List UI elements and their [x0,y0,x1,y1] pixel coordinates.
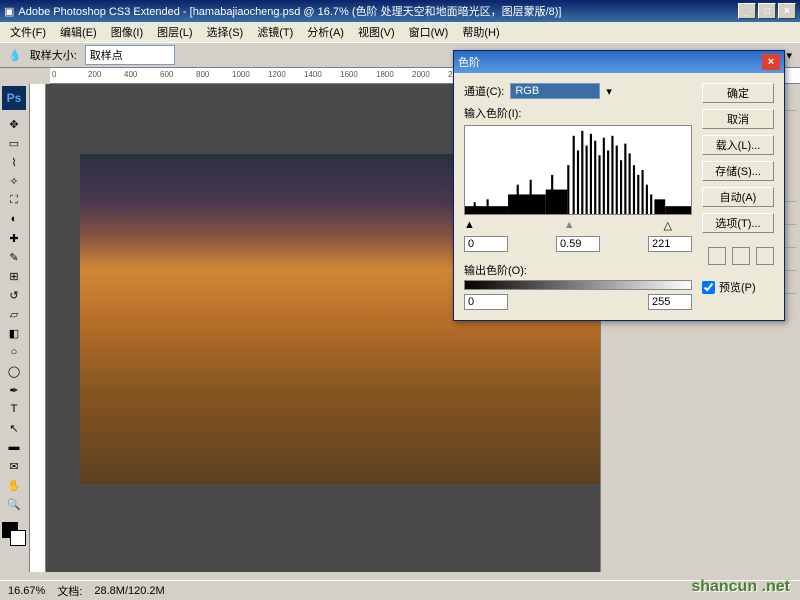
menu-file[interactable]: 文件(F) [4,22,52,42]
channel-label: 通道(C): [464,83,504,99]
channel-select[interactable]: RGB [510,83,600,99]
output-white-field[interactable] [648,294,692,310]
histogram-svg [465,126,691,214]
chevron-down-icon[interactable]: ▾ [606,85,612,98]
dialog-titlebar[interactable]: 色阶 × [454,51,784,73]
sample-size-select[interactable]: 取样点 [85,45,175,65]
brush-tool[interactable]: ✎ [2,248,26,266]
vertical-ruler [30,84,46,572]
black-eyedropper-icon[interactable] [708,247,726,265]
eyedropper-icon[interactable]: 💧 [8,49,22,62]
gradient-tool[interactable]: ◧ [2,324,26,342]
close-button[interactable]: × [778,3,796,19]
shape-tool[interactable]: ▬ [2,438,26,456]
save-button[interactable]: 存储(S)... [702,161,774,181]
menu-view[interactable]: 视图(V) [352,22,401,42]
history-brush-tool[interactable]: ↺ [2,286,26,304]
menu-select[interactable]: 选择(S) [201,22,250,42]
minimize-button[interactable]: _ [738,3,756,19]
gray-eyedropper-icon[interactable] [732,247,750,265]
color-swatches[interactable] [2,522,27,546]
doc-size-label: 文档: [57,583,82,599]
options-button[interactable]: 选项(T)... [702,213,774,233]
output-black-field[interactable] [464,294,508,310]
output-gradient[interactable] [464,280,692,290]
input-levels-label: 输入色阶(I): [464,105,692,121]
menu-window[interactable]: 窗口(W) [403,22,455,42]
dialog-title: 色阶 [458,54,480,70]
dodge-tool[interactable]: ◯ [2,362,26,380]
titlebar: ▣ Adobe Photoshop CS3 Extended - [hamaba… [0,0,800,22]
statusbar: 16.67% 文档: 28.8M/120.2M [0,580,800,600]
load-button[interactable]: 载入(L)... [702,135,774,155]
menu-filter[interactable]: 滤镜(T) [251,22,299,42]
menu-layer[interactable]: 图层(L) [151,22,198,42]
eyedropper-tool[interactable]: ◐ [2,210,26,228]
watermark: shancun .net [691,578,790,596]
gamma-slider-icon[interactable]: ▲ [564,219,575,232]
app-icon: ▣ [4,5,14,18]
input-gamma-field[interactable] [556,236,600,252]
histogram [464,125,692,215]
stamp-tool[interactable]: ⊞ [2,267,26,285]
menu-help[interactable]: 帮助(H) [456,22,505,42]
input-white-field[interactable] [648,236,692,252]
heal-tool[interactable]: ✚ [2,229,26,247]
menubar: 文件(F) 编辑(E) 图像(I) 图层(L) 选择(S) 滤镜(T) 分析(A… [0,22,800,42]
black-slider-icon[interactable]: ▲ [464,219,475,232]
lasso-tool[interactable]: ⌇ [2,153,26,171]
notes-tool[interactable]: ✉ [2,457,26,475]
input-black-field[interactable] [464,236,508,252]
auto-button[interactable]: 自动(A) [702,187,774,207]
menu-edit[interactable]: 编辑(E) [54,22,103,42]
ps-logo-icon: Ps [2,86,26,110]
cancel-button[interactable]: 取消 [702,109,774,129]
menu-image[interactable]: 图像(I) [105,22,149,42]
move-tool[interactable]: ✥ [2,115,26,133]
zoom-level[interactable]: 16.67% [8,585,45,597]
window-buttons: _ □ × [738,3,796,19]
white-eyedropper-icon[interactable] [756,247,774,265]
eraser-tool[interactable]: ▱ [2,305,26,323]
menu-analysis[interactable]: 分析(A) [301,22,350,42]
background-color[interactable] [10,530,26,546]
marquee-tool[interactable]: ▭ [2,134,26,152]
path-tool[interactable]: ↖ [2,419,26,437]
preview-checkbox[interactable]: 预览(P) [702,279,774,295]
ok-button[interactable]: 确定 [702,83,774,103]
app-title: Adobe Photoshop CS3 Extended - [hamabaji… [18,3,561,19]
dialog-close-button[interactable]: × [762,54,780,70]
white-slider-icon[interactable]: △ [664,219,672,232]
type-tool[interactable]: T [2,400,26,418]
maximize-button[interactable]: □ [758,3,776,19]
sample-size-label: 取样大小: [30,47,77,63]
doc-size: 28.8M/120.2M [94,585,164,597]
wand-tool[interactable]: ✧ [2,172,26,190]
crop-tool[interactable]: ⛶ [2,191,26,209]
zoom-tool[interactable]: 🔍 [2,495,26,513]
hand-tool[interactable]: ✋ [2,476,26,494]
levels-dialog: 色阶 × 通道(C): RGB ▾ 输入色阶(I): [453,50,785,321]
pen-tool[interactable]: ✒ [2,381,26,399]
output-levels-label: 输出色阶(O): [464,262,692,278]
toolbox: Ps ✥ ▭ ⌇ ✧ ⛶ ◐ ✚ ✎ ⊞ ↺ ▱ ◧ ○ ◯ ✒ T ↖ ▬ ✉… [0,84,30,572]
blur-tool[interactable]: ○ [2,343,26,361]
